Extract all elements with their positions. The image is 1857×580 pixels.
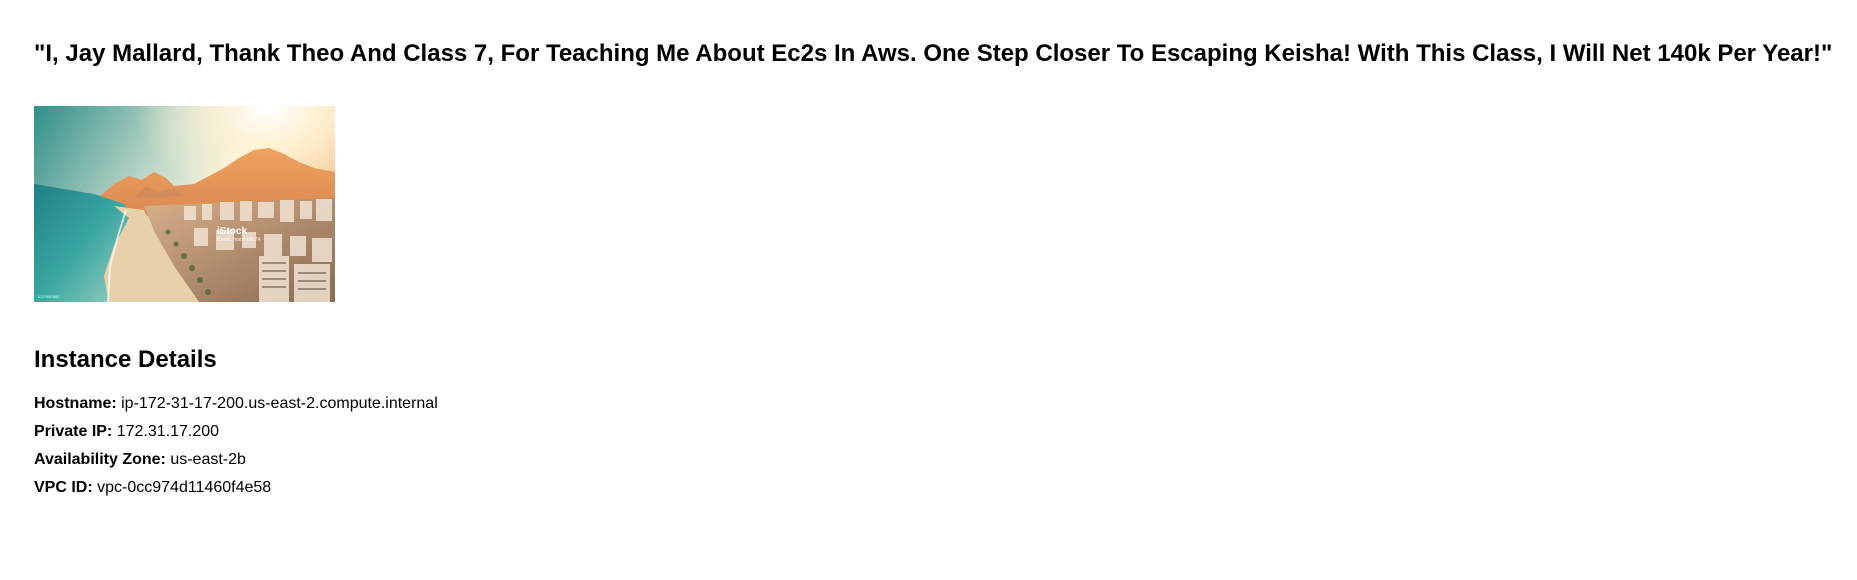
hostname-label: Hostname:	[34, 395, 122, 412]
page-headline: "I, Jay Mallard, Thank Theo And Class 7,…	[34, 40, 1833, 67]
istock-watermark: iStock Credit: marchello74	[217, 227, 260, 243]
image-id-mark: 1022990850	[37, 294, 60, 299]
vpc-id-label: VPC ID:	[34, 479, 98, 496]
hostname-value: ip-172-31-17-200.us-east-2.compute.inter…	[121, 395, 438, 412]
private-ip-value: 172.31.17.200	[116, 423, 220, 440]
instance-details-list: Hostname: ip-172-31-17-200.us-east-2.com…	[34, 390, 1857, 502]
vpc-id-value: vpc-0cc974d11460f4e58	[97, 479, 272, 496]
page: "I, Jay Mallard, Thank Theo And Class 7,…	[0, 0, 1857, 502]
availability-zone-value: us-east-2b	[170, 451, 246, 468]
beach-city-illustration	[34, 106, 335, 302]
watermark-credit: Credit: marchello74	[217, 237, 261, 243]
availability-zone-row: Availability Zone: us-east-2b	[34, 446, 1857, 474]
hostname-row: Hostname: ip-172-31-17-200.us-east-2.com…	[34, 390, 1857, 418]
vpc-id-row: VPC ID: vpc-0cc974d11460f4e58	[34, 474, 1857, 502]
instance-details-title: Instance Details	[34, 346, 217, 373]
availability-zone-label: Availability Zone:	[34, 451, 171, 468]
private-ip-label: Private IP:	[34, 423, 117, 440]
watermark-brand: iStock	[217, 226, 248, 237]
beach-city-photo: iStock Credit: marchello74 1022990850	[34, 106, 335, 302]
private-ip-row: Private IP: 172.31.17.200	[34, 418, 1857, 446]
